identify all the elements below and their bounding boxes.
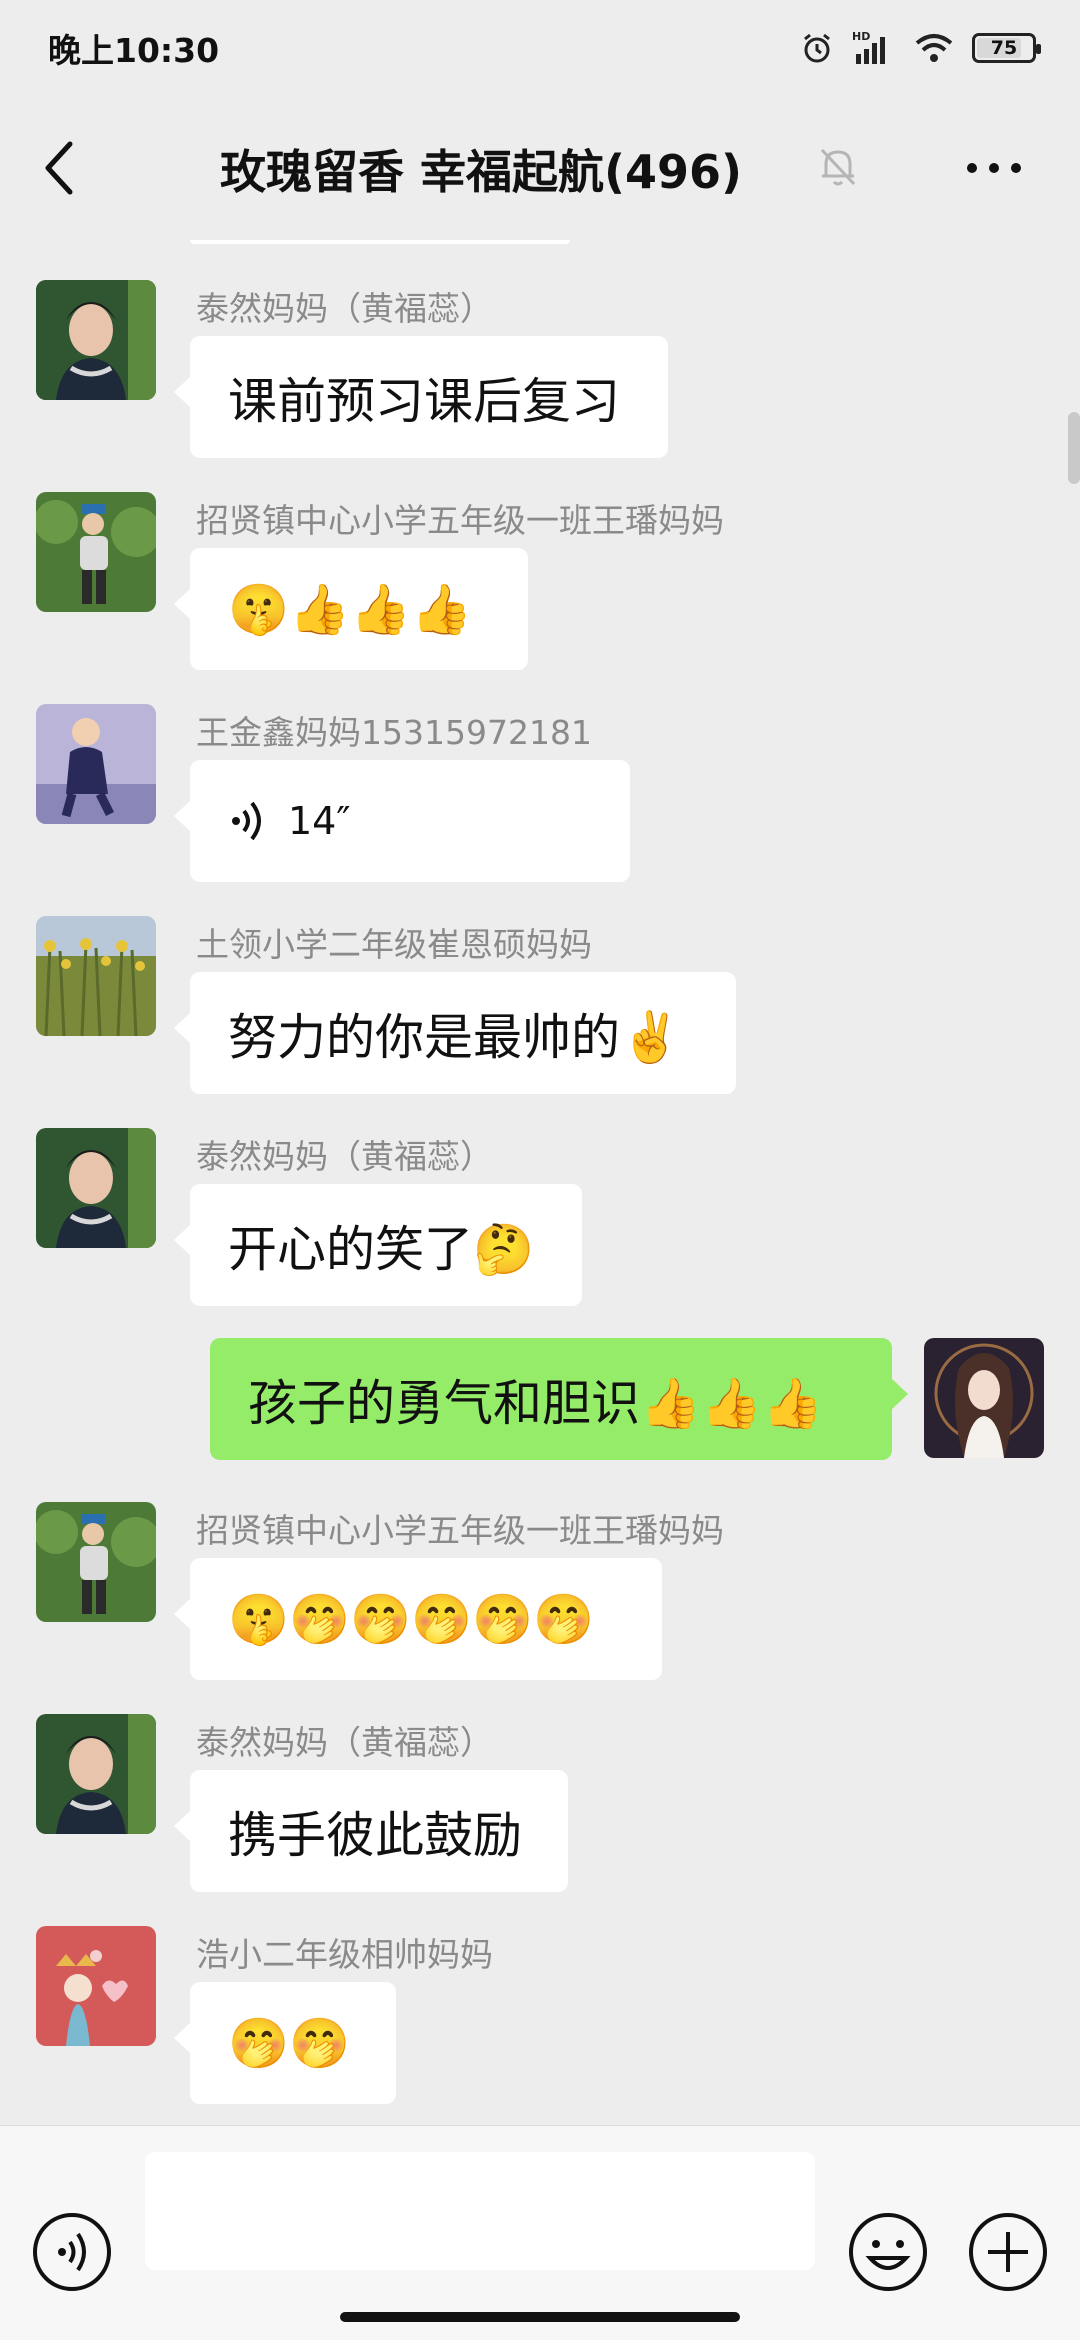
group-title: 玫瑰留香 幸福起航(496)	[220, 145, 743, 199]
mute-icon	[820, 148, 856, 186]
scrollbar[interactable]	[1068, 412, 1080, 484]
back-icon[interactable]	[36, 138, 86, 198]
sender-name: 泰然妈妈（黄福蕊）	[196, 1137, 493, 1176]
avatar[interactable]	[36, 704, 156, 824]
sender-name: 王金鑫妈妈15315972181	[196, 713, 592, 752]
sender-name: 泰然妈妈（黄福蕊）	[196, 289, 493, 328]
message-bubble[interactable]: 开心的笑了🤔	[174, 1184, 582, 1306]
message-bubble[interactable]: 携手彼此鼓励	[174, 1770, 568, 1892]
sender-name: 浩小二年级相帅妈妈	[196, 1935, 493, 1974]
battery-indicator: 75	[972, 33, 1041, 63]
message-bubble[interactable]: 努力的你是最帅的✌️	[174, 972, 736, 1094]
sender-name: 泰然妈妈（黄福蕊）	[196, 1723, 493, 1762]
avatar[interactable]	[36, 916, 156, 1036]
voice-duration: 14″	[288, 799, 351, 843]
sender-name: 招贤镇中心小学五年级一班王璠妈妈	[196, 501, 724, 540]
alarm-icon	[804, 33, 830, 63]
avatar[interactable]	[36, 1502, 156, 1622]
message-bubble[interactable]: 🤫👍👍👍	[174, 548, 528, 670]
wifi-icon	[915, 34, 953, 62]
voice-icon[interactable]	[32, 2212, 112, 2292]
avatar[interactable]	[36, 492, 156, 612]
home-indicator[interactable]	[340, 2312, 740, 2322]
avatar[interactable]	[36, 1926, 156, 2046]
message-bubble[interactable]: 🤭🤭	[174, 1982, 396, 2104]
sender-name: 土领小学二年级崔恩硕妈妈	[196, 925, 592, 964]
avatar-self[interactable]	[924, 1338, 1044, 1458]
input-bar	[0, 2125, 1080, 2340]
message-input[interactable]	[145, 2152, 815, 2270]
avatar[interactable]	[36, 1128, 156, 1248]
voice-icon	[232, 801, 261, 841]
message-bubble-outgoing[interactable]: 孩子的勇气和胆识👍👍👍	[210, 1338, 908, 1460]
voice-message-bubble[interactable]: 14″	[174, 760, 630, 882]
previous-bubble-edge	[190, 240, 570, 244]
status-time: 晚上10:30	[48, 31, 220, 70]
plus-icon[interactable]	[968, 2212, 1048, 2292]
battery-percent: 75	[990, 37, 1018, 59]
avatar[interactable]	[36, 280, 156, 400]
svg-text:HD: HD	[852, 30, 870, 43]
message-list[interactable]: 泰然妈妈（黄福蕊） 课前预习课后复习 招贤镇中心小学五年级一班王璠妈妈 🤫👍👍👍…	[0, 240, 1080, 2125]
more-icon[interactable]	[964, 158, 1024, 178]
chat-header: 玫瑰留香 幸福起航(496)	[0, 96, 1080, 240]
signal-icon: HD	[852, 30, 885, 64]
avatar[interactable]	[36, 1714, 156, 1834]
sender-name: 招贤镇中心小学五年级一班王璠妈妈	[196, 1511, 724, 1550]
status-bar: 晚上10:30 HD 75	[0, 0, 1080, 96]
status-icons: HD 75	[800, 30, 1041, 66]
message-bubble[interactable]: 课前预习课后复习	[174, 336, 668, 458]
message-bubble[interactable]: 🤫🤭🤭🤭🤭🤭	[174, 1558, 662, 1680]
emoji-icon[interactable]	[848, 2212, 928, 2292]
